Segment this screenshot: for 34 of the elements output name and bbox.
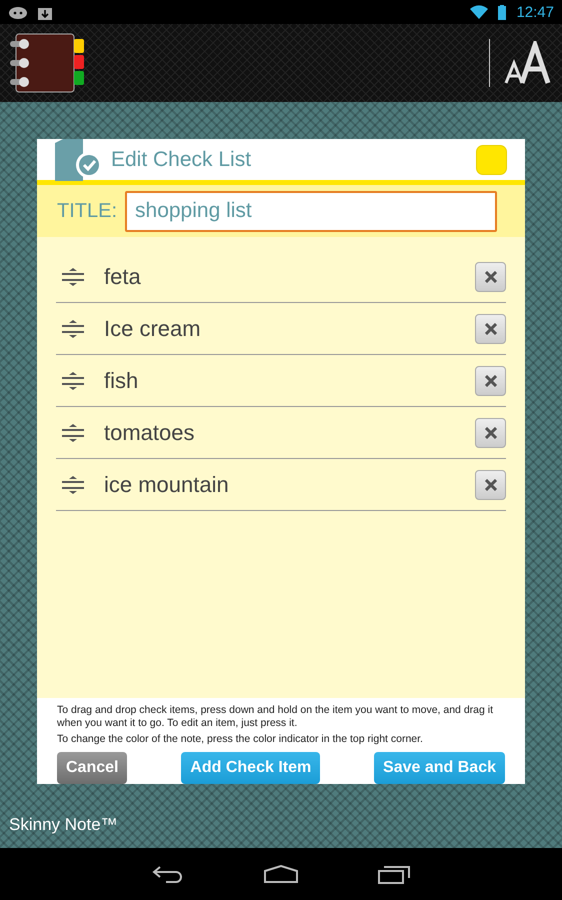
check-item-text[interactable]: feta bbox=[104, 264, 475, 290]
drag-handle-icon[interactable] bbox=[62, 476, 84, 494]
home-icon[interactable] bbox=[264, 865, 298, 883]
cancel-button[interactable]: Cancel bbox=[57, 752, 128, 784]
title-label: TITLE: bbox=[57, 200, 118, 222]
back-icon[interactable] bbox=[152, 865, 184, 883]
drag-handle-icon[interactable] bbox=[62, 268, 84, 286]
clock: 12:47 bbox=[516, 4, 554, 20]
check-item-text[interactable]: ice mountain bbox=[104, 472, 475, 498]
close-icon bbox=[484, 322, 496, 334]
delete-button[interactable] bbox=[475, 418, 506, 448]
check-item-text[interactable]: tomatoes bbox=[104, 420, 475, 446]
delete-button[interactable] bbox=[475, 262, 506, 292]
recent-apps-icon[interactable] bbox=[378, 864, 410, 884]
close-icon bbox=[484, 426, 496, 438]
drag-handle-icon[interactable] bbox=[62, 320, 84, 338]
color-indicator[interactable] bbox=[476, 144, 507, 174]
delete-button[interactable] bbox=[475, 366, 506, 396]
close-icon bbox=[484, 270, 496, 282]
close-icon bbox=[484, 478, 496, 490]
wifi-icon bbox=[470, 5, 488, 19]
delete-button[interactable] bbox=[475, 470, 506, 500]
font-size-icon[interactable] bbox=[504, 41, 552, 85]
app-name: Skinny Note™ bbox=[9, 814, 118, 834]
close-icon bbox=[484, 374, 496, 386]
dialog-title: Edit Check List bbox=[111, 148, 252, 172]
check-item-text[interactable]: fish bbox=[104, 368, 475, 394]
drag-handle-icon[interactable] bbox=[62, 372, 84, 390]
delete-button[interactable] bbox=[475, 314, 506, 344]
drag-handle-icon[interactable] bbox=[62, 424, 84, 442]
check-item-text[interactable]: Ice cream bbox=[104, 316, 475, 342]
help-text: To change the color of the note, press the color indicator in the top right corner. bbox=[57, 733, 424, 746]
battery-icon bbox=[498, 4, 506, 20]
help-text: To drag and drop check items, press down and hold on the item you want to move, and drag it when you want it to go. To edit an item, just press it. bbox=[57, 704, 494, 730]
